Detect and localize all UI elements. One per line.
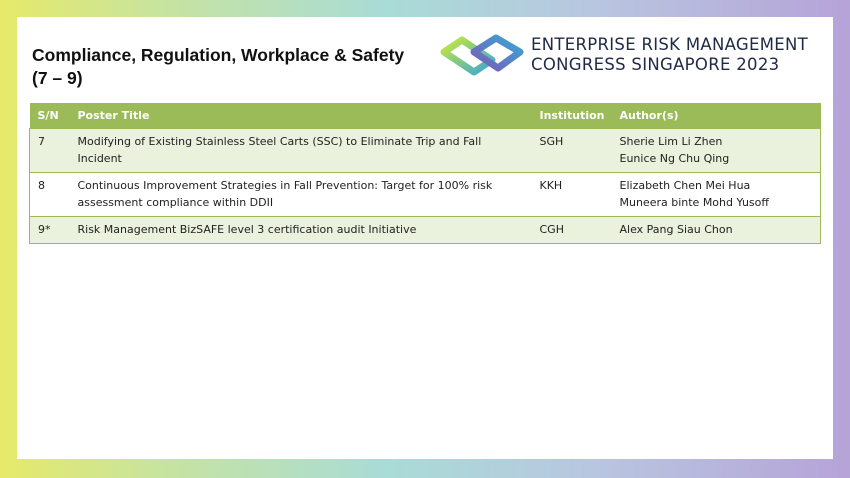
table-row: 8 Continuous Improvement Strategies in F… xyxy=(29,172,821,217)
row-institution: SGH xyxy=(531,128,612,173)
author-name: Alex Pang Siau Chon xyxy=(619,223,733,236)
author-name: Sherie Lim Li Zhen xyxy=(619,135,723,148)
congress-logo-text: ENTERPRISE RISK MANAGEMENT CONGRESS SING… xyxy=(531,35,808,75)
column-header-sn: S/N xyxy=(29,103,70,129)
column-header-authors: Author(s) xyxy=(611,103,821,129)
row-authors: Alex Pang Siau Chon xyxy=(611,216,821,244)
row-institution: CGH xyxy=(531,216,612,244)
page-title-line1: Compliance, Regulation, Workplace & Safe… xyxy=(32,45,405,65)
column-header-institution: Institution xyxy=(531,103,612,129)
row-poster-title: Modifying of Existing Stainless Steel Ca… xyxy=(69,128,532,173)
author-name: Eunice Ng Chu Qing xyxy=(619,152,730,165)
row-sn: 7 xyxy=(29,128,70,173)
row-institution: KKH xyxy=(531,172,612,217)
author-name: Elizabeth Chen Mei Hua xyxy=(619,179,751,192)
logo-line1: ENTERPRISE RISK MANAGEMENT xyxy=(531,35,808,54)
row-poster-title: Continuous Improvement Strategies in Fal… xyxy=(69,172,532,217)
page-title-line2: (7 – 9) xyxy=(32,68,83,88)
row-authors: Elizabeth Chen Mei Hua Muneera binte Moh… xyxy=(611,172,821,217)
row-sn: 8 xyxy=(29,172,70,217)
slide: Compliance, Regulation, Workplace & Safe… xyxy=(17,17,833,459)
logo-line2: CONGRESS SINGAPORE 2023 xyxy=(531,55,780,74)
page-title: Compliance, Regulation, Workplace & Safe… xyxy=(32,44,452,90)
poster-table: S/N Poster Title Institution Author(s) 7… xyxy=(29,103,821,244)
row-authors: Sherie Lim Li Zhen Eunice Ng Chu Qing xyxy=(611,128,821,173)
column-header-poster-title: Poster Title xyxy=(69,103,532,129)
congress-logo-icon xyxy=(440,34,524,76)
table-row: 7 Modifying of Existing Stainless Steel … xyxy=(29,128,821,173)
table-header-row: S/N Poster Title Institution Author(s) xyxy=(29,103,821,129)
row-poster-title: Risk Management BizSAFE level 3 certific… xyxy=(69,216,532,244)
table-row: 9* Risk Management BizSAFE level 3 certi… xyxy=(29,216,821,244)
row-sn: 9* xyxy=(29,216,70,244)
author-name: Muneera binte Mohd Yusoff xyxy=(619,196,769,209)
